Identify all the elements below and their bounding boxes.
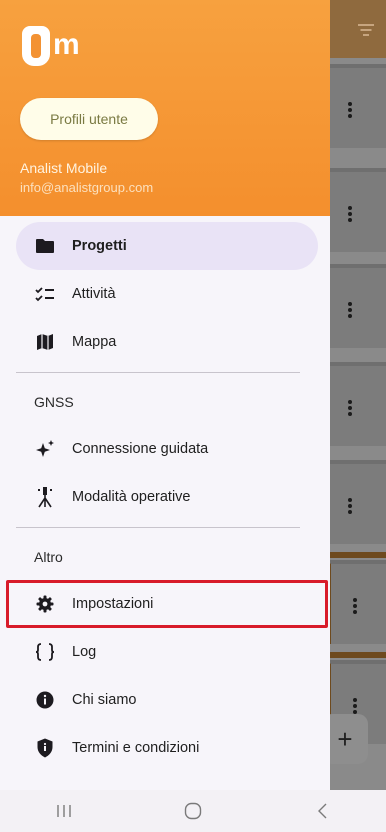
menu-item-label: Log — [72, 644, 97, 660]
drawer-menu: Progetti Attività Mappa GNSS Connessione… — [0, 222, 330, 772]
sparkle-icon — [34, 438, 56, 460]
menu-item-label: Chi siamo — [72, 692, 137, 708]
menu-item-label: Termini e condizioni — [72, 740, 200, 756]
logo-badge-icon — [22, 26, 50, 66]
background-divider — [326, 552, 386, 558]
menu-item-attivita[interactable]: Attività — [16, 270, 318, 318]
more-vert-icon — [348, 498, 352, 514]
menu-item-log[interactable]: Log — [16, 628, 318, 676]
map-icon — [34, 331, 56, 353]
drawer-header: m Profili utente Analist Mobile info@ana… — [0, 0, 330, 216]
menu-item-modalita-operative[interactable]: Modalità operative — [16, 473, 318, 521]
info-icon — [34, 689, 56, 711]
menu-item-chi-siamo[interactable]: Chi siamo — [16, 676, 318, 724]
more-vert-icon — [348, 206, 352, 222]
menu-item-connessione-guidata[interactable]: Connessione guidata — [16, 425, 318, 473]
user-name: Analist Mobile — [20, 160, 108, 176]
folder-icon — [34, 235, 56, 257]
recent-apps-button[interactable] — [44, 796, 84, 826]
more-vert-icon — [348, 400, 352, 416]
menu-item-progetti[interactable]: Progetti — [16, 222, 318, 270]
menu-item-label: Mappa — [72, 334, 117, 350]
menu-item-termini-e-condizioni[interactable]: Termini e condizioni — [16, 724, 318, 772]
back-icon — [317, 803, 327, 819]
menu-item-impostazioni[interactable]: Impostazioni — [6, 580, 328, 628]
shield-icon — [34, 737, 56, 759]
more-vert-icon — [348, 302, 352, 318]
system-navigation-bar — [0, 790, 386, 832]
menu-item-label: Connessione guidata — [72, 441, 209, 457]
user-email: info@analistgroup.com — [20, 180, 154, 195]
back-button[interactable] — [302, 796, 342, 826]
background-project-card — [326, 560, 386, 644]
background-project-card — [326, 460, 386, 544]
background-divider — [326, 652, 386, 658]
menu-item-label: Impostazioni — [72, 596, 154, 612]
menu-item-label: Attività — [72, 286, 116, 302]
home-icon — [184, 802, 202, 820]
recent-apps-icon — [57, 805, 72, 817]
more-vert-icon — [353, 598, 357, 614]
menu-item-label: Progetti — [72, 238, 127, 254]
background-project-card — [326, 264, 386, 348]
home-button[interactable] — [173, 796, 213, 826]
section-header-gnss: GNSS — [34, 394, 74, 410]
menu-item-label: Modalità operative — [72, 489, 191, 505]
background-project-card — [326, 168, 386, 252]
section-header-altro: Altro — [34, 549, 63, 565]
more-vert-icon — [353, 698, 357, 714]
survey-pole-icon — [34, 486, 56, 508]
app-logo: m — [22, 26, 102, 66]
checklist-icon — [34, 283, 56, 305]
braces-icon — [34, 641, 56, 663]
background-project-card — [326, 64, 386, 148]
menu-divider — [16, 527, 300, 528]
navigation-drawer: m Profili utente Analist Mobile info@ana… — [0, 0, 330, 790]
filter-icon — [358, 24, 374, 38]
menu-item-mappa[interactable]: Mappa — [16, 318, 318, 366]
menu-divider — [16, 372, 300, 373]
user-profiles-button[interactable]: Profili utente — [20, 98, 158, 140]
more-vert-icon — [348, 102, 352, 118]
background-project-card — [326, 362, 386, 446]
gear-icon — [34, 593, 56, 615]
